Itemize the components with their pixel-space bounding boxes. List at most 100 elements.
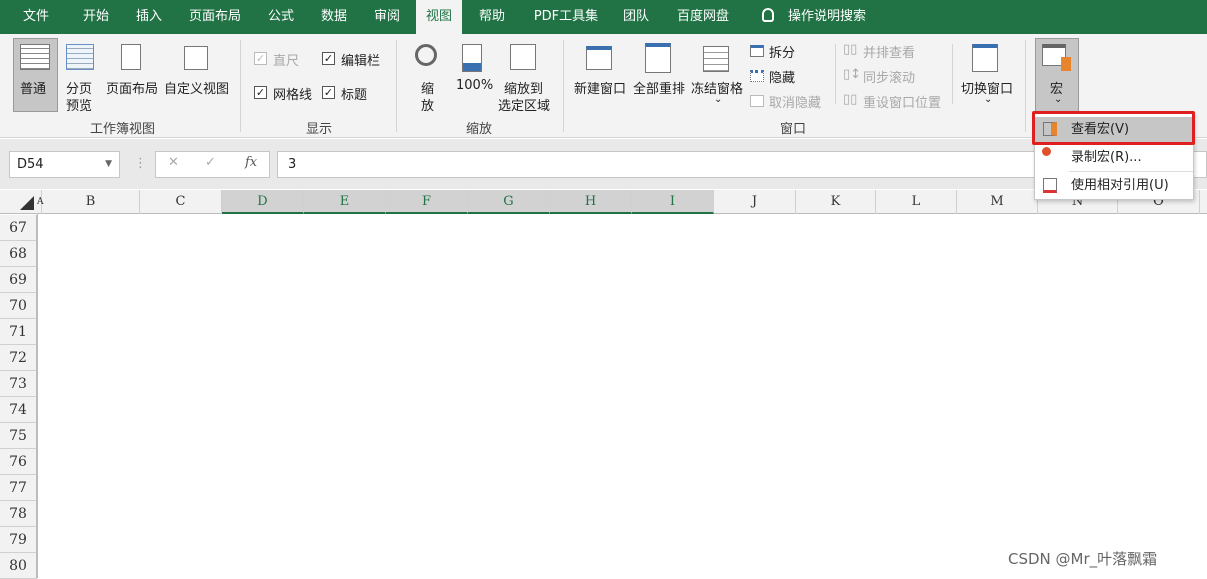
name-box-value: D54 — [17, 157, 44, 172]
reset-position-icon: ▯▯ — [843, 92, 858, 107]
group-label-zoom: 缩放 — [466, 122, 493, 137]
highlight-box — [1032, 111, 1195, 145]
column-header-C[interactable]: C — [140, 190, 222, 214]
tab-6[interactable]: 审阅 — [365, 0, 409, 34]
gridlines-label: 网格线 — [273, 88, 313, 103]
sync-scroll-button[interactable]: 同步滚动 — [863, 67, 915, 86]
group-label-show: 显示 — [306, 122, 333, 137]
row-header-69[interactable]: 69 — [0, 267, 37, 293]
column-header-I[interactable]: I — [632, 190, 714, 214]
zoom-button-2[interactable]: 放 — [421, 95, 434, 114]
reset-window-position-button[interactable]: 重设窗口位置 — [863, 92, 941, 111]
row-header-71[interactable]: 71 — [0, 319, 37, 345]
enter-icon[interactable]: ✓ — [205, 155, 216, 170]
headings-label: 标题 — [341, 88, 368, 103]
row-header-75[interactable]: 75 — [0, 423, 37, 449]
menu-item-relative-references[interactable]: 使用相对引用(U) — [1035, 173, 1193, 199]
tab-10[interactable]: 团队 — [614, 0, 658, 34]
view-side-by-side-button[interactable]: 并排查看 — [863, 42, 915, 61]
column-header-M[interactable]: M — [957, 190, 1038, 214]
name-box[interactable]: D54 ▼ — [9, 151, 120, 178]
column-header-G[interactable]: G — [468, 190, 550, 214]
tab-3[interactable]: 页面布局 — [182, 0, 248, 34]
magnifier-icon[interactable] — [415, 44, 437, 66]
hide-button[interactable]: 隐藏 — [769, 67, 795, 86]
insert-function-icon[interactable]: fx — [245, 155, 257, 170]
custom-view-button[interactable]: 自定义视图 — [164, 78, 229, 97]
page-layout-button[interactable]: 页面布局 — [106, 78, 158, 97]
row-header-74[interactable]: 74 — [0, 397, 37, 423]
split-icon — [750, 45, 764, 57]
arrange-all-button[interactable]: 全部重排 — [633, 78, 685, 97]
formula-bar-checkbox[interactable]: ✓ — [322, 52, 335, 65]
relative-ref-label: 使用相对引用(U) — [1071, 178, 1169, 193]
select-all-corner[interactable] — [20, 196, 34, 210]
switch-windows-icon — [972, 44, 998, 72]
tab-11[interactable]: 百度网盘 — [670, 0, 736, 34]
relative-ref-icon — [1043, 178, 1057, 193]
zoom-to-selection-button-2[interactable]: 选定区域 — [498, 95, 550, 114]
unhide-button[interactable]: 取消隐藏 — [769, 92, 821, 111]
new-window-button[interactable]: 新建窗口 — [574, 78, 626, 97]
record-macro-label: 录制宏(R)... — [1071, 150, 1142, 165]
divider — [1025, 40, 1026, 132]
divider — [240, 40, 241, 132]
divider — [563, 40, 564, 132]
hide-icon — [750, 70, 764, 82]
row-header-79[interactable]: 79 — [0, 527, 37, 553]
normal-label: 普通 — [20, 82, 47, 97]
column-header-K[interactable]: K — [796, 190, 876, 214]
divider — [835, 44, 836, 104]
row-header-80[interactable]: 80 — [0, 553, 37, 579]
row-header-77[interactable]: 77 — [0, 475, 37, 501]
more-icon: ⋮ — [134, 156, 147, 171]
ruler-checkbox[interactable]: ✓ — [254, 52, 267, 65]
tab-0[interactable]: 文件 — [14, 0, 58, 34]
row-header-67[interactable]: 67 — [0, 215, 37, 241]
freeze-panes-icon — [703, 46, 729, 72]
tab-1[interactable]: 开始 — [74, 0, 118, 34]
chevron-down-icon: ▼ — [105, 159, 112, 169]
column-header-B[interactable]: B — [42, 190, 140, 214]
column-header-F[interactable]: F — [386, 190, 468, 214]
row-header-70[interactable]: 70 — [0, 293, 37, 319]
chevron-down-icon: ⌄ — [984, 94, 993, 105]
menu-divider — [1069, 171, 1193, 172]
macro-icon — [1042, 44, 1071, 71]
tab-9[interactable]: PDF工具集 — [526, 0, 606, 34]
tab-4[interactable]: 公式 — [259, 0, 303, 34]
zoom-100-button[interactable]: 100% — [456, 78, 493, 93]
split-button[interactable]: 拆分 — [769, 42, 795, 61]
search-tell-me[interactable]: 操作说明搜索 — [788, 0, 866, 34]
column-header-H[interactable]: H — [550, 190, 632, 214]
formula-bar-label: 编辑栏 — [341, 54, 381, 69]
page-break-icon — [66, 44, 94, 70]
grid-icon — [20, 44, 50, 70]
watermark: CSDN @Mr_叶落飘霜 — [1008, 550, 1158, 568]
menu-item-record-macro[interactable]: 录制宏(R)... — [1035, 145, 1193, 171]
column-header-D[interactable]: D — [222, 190, 304, 214]
row-header-72[interactable]: 72 — [0, 345, 37, 371]
tab-2[interactable]: 插入 — [127, 0, 171, 34]
headings-checkbox[interactable]: ✓ — [322, 86, 335, 99]
formula-value: 3 — [288, 157, 297, 172]
divider — [952, 44, 953, 104]
gridlines-checkbox[interactable]: ✓ — [254, 86, 267, 99]
ruler-label: 直尺 — [273, 54, 300, 69]
tab-8[interactable]: 帮助 — [470, 0, 514, 34]
tab-7[interactable]: 视图 — [416, 0, 462, 34]
zoom-100-icon — [462, 44, 482, 72]
row-header-76[interactable]: 76 — [0, 449, 37, 475]
tab-5[interactable]: 数据 — [312, 0, 356, 34]
custom-view-icon — [184, 46, 208, 70]
row-header-78[interactable]: 78 — [0, 501, 37, 527]
record-macro-icon — [1042, 147, 1051, 156]
column-header-J[interactable]: J — [714, 190, 796, 214]
group-label-workbook-views: 工作簿视图 — [90, 122, 156, 137]
cancel-icon[interactable]: ✕ — [168, 155, 179, 170]
row-header-73[interactable]: 73 — [0, 371, 37, 397]
column-header-E[interactable]: E — [304, 190, 386, 214]
column-header-L[interactable]: L — [876, 190, 957, 214]
page-break-label-2[interactable]: 预览 — [66, 95, 92, 114]
row-header-68[interactable]: 68 — [0, 241, 37, 267]
